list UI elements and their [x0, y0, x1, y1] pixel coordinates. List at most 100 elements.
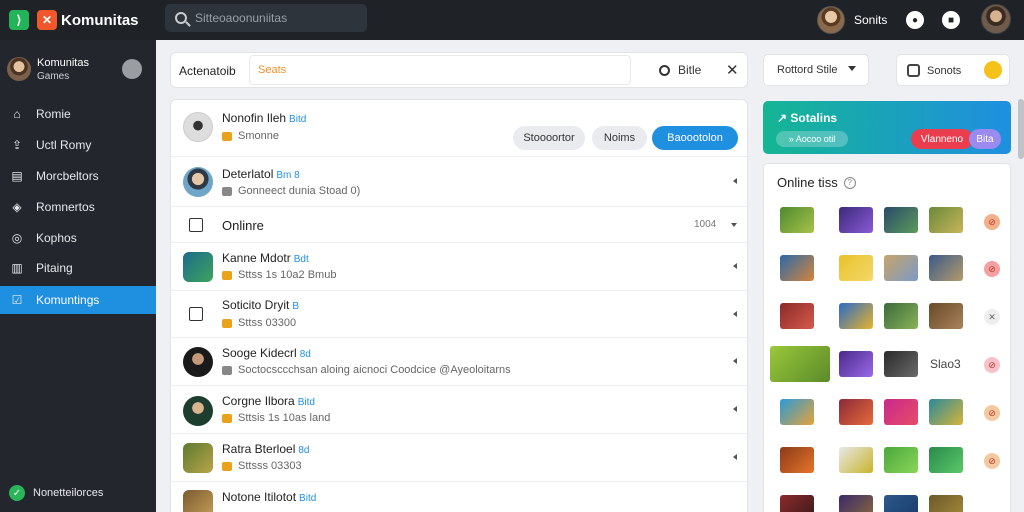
game-tile[interactable]	[780, 303, 814, 329]
chip-filter-1[interactable]: Stoooortor	[513, 126, 585, 150]
game-tile[interactable]	[839, 207, 873, 233]
sidebar-item-label: Romie	[36, 107, 71, 121]
sidebar-profile[interactable]: Komunitas Games	[7, 57, 142, 83]
account-avatar[interactable]	[981, 4, 1011, 34]
brand-logo-icon[interactable]: ✕	[37, 10, 57, 30]
settings-button[interactable]: Sonots	[896, 54, 1010, 86]
close-icon[interactable]: ✕	[726, 61, 739, 79]
checkbox[interactable]	[189, 307, 203, 321]
chevron-left-icon[interactable]	[733, 406, 737, 412]
item-name: Notone Itilotot	[222, 490, 297, 504]
game-tile[interactable]	[839, 351, 873, 377]
hero-button-primary[interactable]: Vlanneno	[911, 129, 973, 149]
feed-list: Nonofin Ileh Bitd Smonne Stoooortor Noims…	[170, 99, 748, 512]
chip-filter-2[interactable]: Noims	[592, 126, 647, 150]
sidebar-item-target[interactable]: ◎ Kophos	[0, 224, 156, 252]
game-tile[interactable]	[780, 495, 814, 512]
user-name[interactable]: Sonits	[854, 13, 887, 27]
sidebar-item-communities[interactable]: ☑ Komuntings	[0, 286, 156, 314]
game-tile[interactable]	[929, 207, 963, 233]
game-tile[interactable]	[780, 207, 814, 233]
game-tile-featured[interactable]	[770, 346, 830, 382]
status-icon[interactable]: ✕	[984, 309, 1000, 325]
profile-toggle-icon[interactable]	[122, 59, 142, 79]
game-tile[interactable]	[839, 399, 873, 425]
chevron-left-icon[interactable]	[733, 358, 737, 364]
list-item[interactable]: Kanne Mdotr Bdt Sttss 1s 10a2 Bmub	[171, 243, 747, 291]
chip-filter-active[interactable]: Baoootolon	[652, 126, 738, 150]
list-item[interactable]: Nonofin Ileh Bitd Smonne Stoooortor Noims…	[171, 100, 747, 157]
game-tile[interactable]	[839, 495, 873, 512]
game-tile[interactable]	[929, 255, 963, 281]
chevron-down-icon	[848, 66, 856, 71]
game-tile[interactable]	[839, 303, 873, 329]
key-icon[interactable]	[984, 61, 1002, 79]
sidebar-item-chart[interactable]: ▥ Pitaing	[0, 254, 156, 282]
game-tile[interactable]	[839, 447, 873, 473]
list-item[interactable]: Onlinre 1004	[171, 207, 747, 243]
game-tile[interactable]	[929, 447, 963, 473]
game-tile[interactable]	[929, 495, 963, 512]
game-tile[interactable]	[884, 495, 918, 512]
list-item[interactable]: Deterlatol Bm 8 Gonneect dunia Stoad 0)	[171, 157, 747, 207]
item-name: Deterlatol	[222, 167, 274, 181]
help-icon[interactable]: ?	[843, 176, 856, 189]
item-tag: 8d	[299, 349, 311, 360]
hero-button-secondary[interactable]: Bita	[969, 129, 1001, 149]
game-tile[interactable]	[884, 447, 918, 473]
scrollbar[interactable]	[1018, 99, 1024, 159]
status-icon[interactable]: ⊘	[984, 214, 1000, 230]
filter-label: Actenatoib	[179, 64, 236, 78]
game-tile[interactable]	[780, 399, 814, 425]
sidebar-item-home[interactable]: ⌂ Romie	[0, 100, 156, 128]
sidebar-item-shield[interactable]: ◈ Romnertos	[0, 193, 156, 221]
item-name: Sooge Kidecrl	[222, 346, 297, 360]
game-tile[interactable]	[839, 255, 873, 281]
game-tile[interactable]	[780, 255, 814, 281]
checkbox[interactable]	[189, 218, 203, 232]
status-icon[interactable]: ⊘	[984, 405, 1000, 421]
status-icon[interactable]: ⊘	[984, 453, 1000, 469]
game-tile[interactable]	[884, 303, 918, 329]
chevron-down-icon[interactable]	[731, 223, 737, 227]
coin-icon	[222, 318, 232, 328]
find-label: Bitle	[678, 63, 702, 77]
top-search-input[interactable]	[195, 11, 355, 25]
hero-pill[interactable]: » Aocoo otil	[776, 131, 848, 147]
app-logo-icon[interactable]: ⟩	[9, 10, 29, 30]
filter-input[interactable]	[249, 55, 631, 85]
top-user[interactable]: Sonits	[817, 6, 887, 34]
game-tile[interactable]	[884, 351, 918, 377]
target-icon: ◎	[11, 231, 23, 245]
list-item[interactable]: Corgne Ilbora Bitd Sttsis 1s 10as land	[171, 386, 747, 434]
sidebar-item-label: Uctl Romy	[36, 138, 92, 152]
chevron-left-icon[interactable]	[733, 311, 737, 317]
chevron-left-icon[interactable]	[733, 263, 737, 269]
top-search-box[interactable]	[165, 4, 367, 32]
sidebar-item-upload[interactable]: ⇪ Uctl Romy	[0, 131, 156, 159]
user-avatar[interactable]	[817, 6, 845, 34]
list-item[interactable]: Sooge Kidecrl 8d Soctocsccchsan aloing ai…	[171, 338, 747, 386]
game-tile[interactable]	[884, 207, 918, 233]
brand-name[interactable]: Komunitas	[61, 12, 139, 29]
game-tile[interactable]	[780, 447, 814, 473]
bag-icon[interactable]: ■	[942, 11, 960, 29]
board-icon: ▤	[11, 169, 23, 183]
sort-label: Rottord Stile	[777, 64, 838, 76]
game-tile[interactable]	[929, 303, 963, 329]
chevron-left-icon[interactable]	[733, 454, 737, 460]
chat-icon[interactable]: ●	[906, 11, 924, 29]
game-tile[interactable]	[929, 399, 963, 425]
sidebar-item-board[interactable]: ▤ Morcbeltors	[0, 162, 156, 190]
item-tag: Bm 8	[276, 170, 300, 181]
list-item[interactable]: Ratra Bterloel 8d Sttsss 03303	[171, 434, 747, 482]
game-tile[interactable]	[884, 255, 918, 281]
game-tile[interactable]	[884, 399, 918, 425]
find-button[interactable]: Bitle	[659, 63, 701, 77]
status-icon[interactable]: ⊘	[984, 261, 1000, 277]
status-icon[interactable]: ⊘	[984, 357, 1000, 373]
list-item[interactable]: Soticito Dryit B Sttss 03300	[171, 291, 747, 338]
list-item[interactable]: Notone Itilotot Bitd	[171, 482, 747, 512]
sort-dropdown[interactable]: Rottord Stile	[763, 54, 869, 86]
chevron-left-icon[interactable]	[733, 178, 737, 184]
